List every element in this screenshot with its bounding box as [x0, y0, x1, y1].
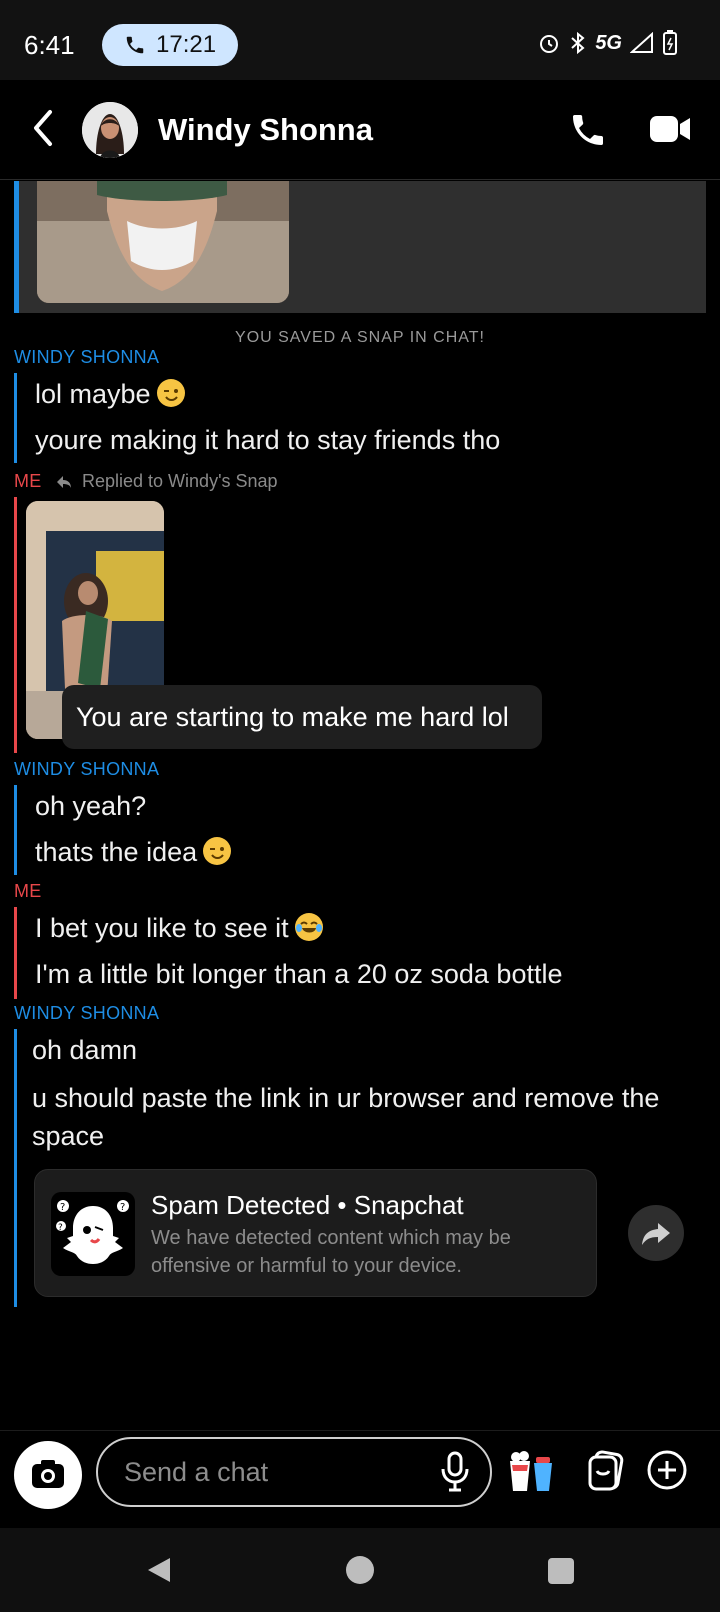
svg-text:?: ?	[120, 1202, 125, 1213]
video-call-icon[interactable]	[650, 112, 692, 146]
share-arrow-icon	[642, 1223, 670, 1245]
svg-text:?: ?	[60, 1202, 65, 1213]
contact-name[interactable]: Windy Shonna	[158, 112, 373, 148]
call-duration: 17:21	[156, 31, 217, 58]
message-group: lol maybe youre making it hard to stay f…	[14, 373, 714, 463]
snap-photo	[37, 181, 289, 303]
nav-home-icon[interactable]	[346, 1556, 374, 1584]
message[interactable]: oh yeah?	[35, 791, 146, 822]
saved-snap[interactable]	[14, 181, 706, 313]
sender-label: WINDY SHONNA	[14, 1003, 160, 1023]
ongoing-call-pill[interactable]: 17:21	[102, 24, 238, 66]
chat-input-bar	[0, 1430, 720, 1528]
sticker-icon[interactable]	[506, 1447, 558, 1495]
message-group: I bet you like to see it I'm a little bi…	[14, 907, 714, 999]
wink-emoji-icon	[203, 837, 232, 865]
message[interactable]: youre making it hard to stay friends tho	[35, 425, 500, 456]
message[interactable]: u should paste the link in ur browser an…	[32, 1079, 702, 1155]
chat-thread[interactable]: YOU SAVED A SNAP IN CHAT! WINDY SHONNA l…	[0, 181, 720, 1429]
svg-text:?: ?	[58, 1223, 63, 1233]
reply-note-text: Replied to Windy's Snap	[82, 471, 278, 491]
message[interactable]: You are starting to make me hard lol	[62, 685, 542, 749]
reply-note: Replied to Windy's Snap	[56, 471, 278, 492]
message-group	[14, 1029, 17, 1307]
status-time: 6:41	[24, 30, 75, 60]
snap-image[interactable]	[37, 181, 289, 303]
message-group: oh yeah? thats the idea	[14, 785, 714, 875]
nav-back-icon[interactable]	[146, 1556, 172, 1584]
saved-snap-notice: YOU SAVED A SNAP IN CHAT!	[235, 329, 485, 346]
spam-link-card[interactable]: ? ? ? Spam Detected • Snapchat We have d…	[34, 1169, 597, 1297]
status-bar: 6:41 17:21 5G	[0, 0, 720, 80]
memories-icon[interactable]	[586, 1449, 626, 1493]
signal-icon	[630, 32, 653, 53]
message[interactable]: thats the idea	[35, 837, 232, 868]
sender-label: WINDY SHONNA	[14, 759, 160, 779]
battery-icon	[663, 30, 677, 55]
chat-input[interactable]	[96, 1437, 492, 1507]
back-icon[interactable]	[28, 108, 58, 148]
camera-button[interactable]	[14, 1441, 82, 1509]
sender-label: ME	[14, 471, 42, 491]
message[interactable]: I'm a little bit longer than a 20 oz sod…	[35, 959, 562, 990]
call-icon[interactable]	[568, 110, 608, 150]
wink-emoji-icon	[156, 379, 185, 407]
message[interactable]: I bet you like to see it	[35, 913, 323, 944]
spam-title: Spam Detected • Snapchat	[151, 1190, 464, 1220]
network-type: 5G	[595, 31, 622, 54]
avatar[interactable]	[82, 102, 138, 158]
phone-icon	[126, 36, 144, 54]
snapchat-ghost-icon: ? ? ?	[51, 1192, 135, 1276]
plus-icon[interactable]	[646, 1449, 688, 1491]
message[interactable]: oh damn	[32, 1035, 137, 1066]
alarm-icon	[540, 35, 559, 53]
reply-arrow-icon	[57, 475, 71, 488]
share-button[interactable]	[628, 1205, 684, 1261]
message-group	[14, 497, 17, 753]
sender-label: ME	[14, 881, 42, 901]
message[interactable]: lol maybe	[35, 379, 185, 410]
bluetooth-icon	[571, 31, 585, 55]
sender-label: WINDY SHONNA	[14, 347, 160, 367]
microphone-icon[interactable]	[440, 1449, 470, 1493]
nav-recents-icon[interactable]	[548, 1558, 574, 1584]
spam-description: We have detected content which may be of…	[151, 1227, 511, 1277]
camera-icon	[32, 1460, 64, 1488]
laughing-emoji-icon	[294, 913, 323, 941]
chat-header: Windy Shonna	[0, 80, 720, 180]
bitmoji-icon	[82, 102, 138, 158]
system-navigation-bar	[0, 1528, 720, 1612]
status-icons: 5G	[537, 30, 678, 56]
